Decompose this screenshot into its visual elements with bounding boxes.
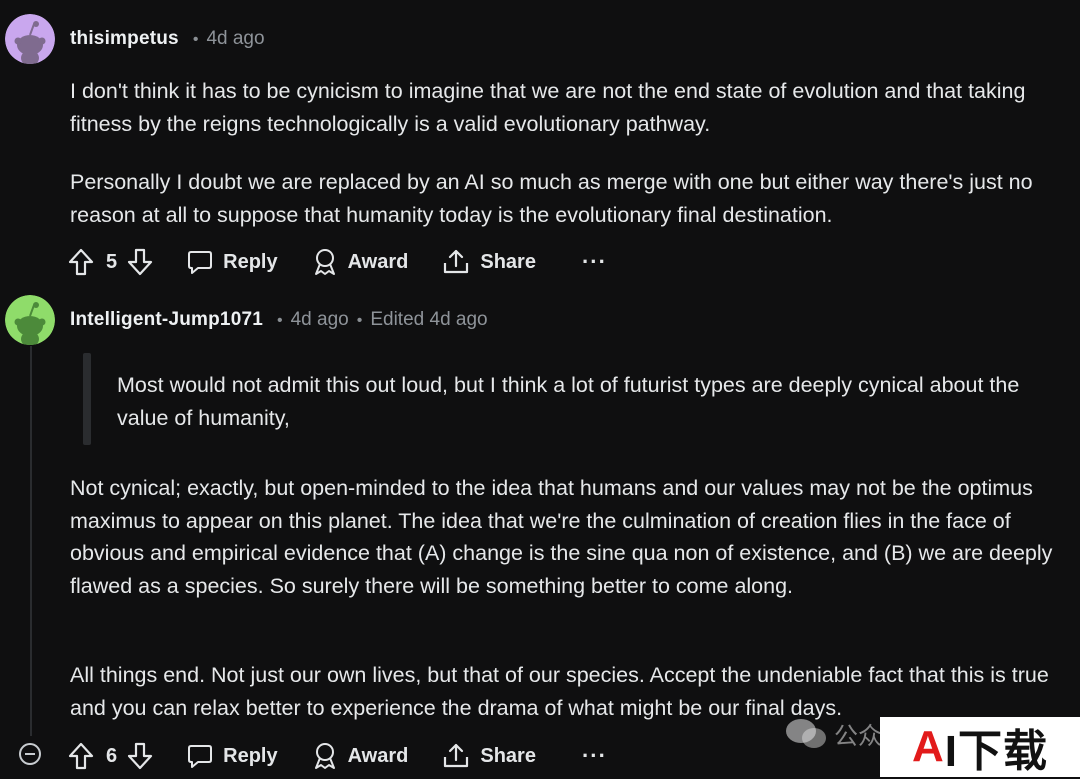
vote-count: 5 [106, 250, 118, 273]
award-label: Award [347, 744, 409, 767]
vote-count: 6 [106, 744, 118, 767]
award-button[interactable]: Award [312, 248, 409, 276]
watermark-logo-a: A [911, 722, 945, 771]
comment-paragraph: I don't think it has to be cynicism to i… [70, 79, 1026, 136]
collapse-thread-button[interactable] [19, 743, 41, 765]
snoo-avatar-icon [5, 295, 55, 345]
wechat-icon [786, 718, 826, 748]
award-button[interactable]: Award [312, 742, 409, 770]
upvote-arrow-icon [68, 248, 94, 276]
downvote-button[interactable] [127, 742, 153, 770]
downvote-arrow-icon [128, 248, 153, 276]
reply-button[interactable]: Reply [187, 249, 278, 275]
comment-actions: 5 Reply Award Share ··· [68, 242, 607, 282]
reply-label: Reply [223, 744, 278, 767]
watermark-logo-rest: I下载 [944, 727, 1048, 776]
comment-paragraph: Personally I doubt we are replaced by an… [70, 170, 1033, 227]
watermark-logo: A I下载 [880, 717, 1080, 777]
avatar[interactable] [5, 295, 55, 345]
share-icon [444, 249, 469, 274]
upvote-button[interactable] [68, 742, 94, 770]
share-label: Share [480, 744, 536, 767]
more-options-button[interactable]: ··· [582, 249, 607, 275]
reply-button[interactable]: Reply [187, 743, 278, 769]
avatar[interactable] [5, 14, 55, 64]
blockquote-text: Most would not admit this out loud, but … [117, 373, 1020, 430]
comment-bubble-icon [188, 251, 213, 274]
thread-line[interactable] [30, 346, 32, 736]
edited-label: Edited 4d ago [370, 309, 488, 330]
downvote-arrow-icon [128, 742, 153, 770]
award-icon [314, 743, 335, 769]
upvote-arrow-icon [68, 742, 94, 770]
watermark-label: 公众 [834, 723, 882, 750]
timestamp: 4d ago [206, 28, 265, 49]
award-icon [314, 249, 335, 275]
award-label: Award [347, 250, 409, 273]
upvote-button[interactable] [68, 248, 94, 276]
share-button[interactable]: Share [442, 742, 536, 770]
watermark-text: 公众 [784, 716, 882, 751]
comment-meta: Intelligent-Jump1071 • 4d ago • Edited 4… [70, 309, 488, 331]
separator-dot: • [192, 31, 199, 48]
comment-paragraph: Not cynical; exactly, but open-minded to… [70, 476, 1053, 598]
comment-paragraph: All things end. Not just our own lives, … [70, 663, 1049, 720]
share-icon [444, 743, 469, 768]
separator-dot: • [356, 312, 363, 329]
snoo-avatar-icon [5, 14, 55, 64]
timestamp: 4d ago [290, 309, 349, 330]
comment-actions: 6 Reply Award Share ··· [68, 736, 607, 776]
separator-dot: • [277, 312, 283, 329]
username[interactable]: Intelligent-Jump1071 [70, 309, 263, 331]
comment-bubble-icon [188, 745, 213, 768]
downvote-button[interactable] [127, 248, 153, 276]
more-options-button[interactable]: ··· [582, 743, 607, 769]
share-button[interactable]: Share [442, 248, 536, 276]
comment-meta: thisimpetus • 4d ago [70, 28, 265, 50]
reply-label: Reply [223, 250, 278, 273]
blockquote-bar [83, 353, 91, 445]
username[interactable]: thisimpetus [70, 28, 179, 50]
share-label: Share [480, 250, 536, 273]
